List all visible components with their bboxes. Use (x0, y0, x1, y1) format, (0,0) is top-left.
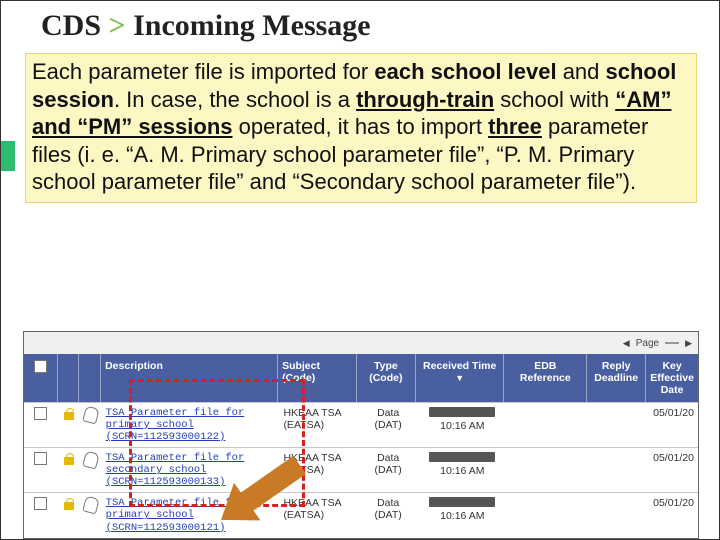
desc-line: secondary school (106, 464, 207, 476)
subj-line: HKEAA TSA (283, 407, 341, 419)
table-row: TSA Parameter file for secondary school … (24, 447, 698, 492)
received-cell: 10:16 AM (418, 448, 507, 492)
text: Each parameter file is imported for (32, 59, 374, 84)
text: and (557, 59, 606, 84)
page-title: CDS > Incoming Message (41, 9, 371, 43)
sort-desc-icon: ▼ (455, 373, 464, 383)
table-row: TSA Parameter file for primary school (S… (24, 402, 698, 447)
edb-cell (507, 448, 590, 492)
sort-left-icon[interactable]: ◀ (623, 339, 630, 348)
type-line: Data (377, 497, 399, 509)
row-checkbox[interactable] (34, 497, 47, 510)
subject-cell: HKEAA TSA (EATSA) (279, 493, 358, 537)
table-toolbar: ◀ Page ▶ (24, 332, 698, 354)
slide: CDS > Incoming Message Each parameter fi… (0, 0, 720, 540)
table-row: TSA Parameter file for primary school (S… (24, 492, 698, 537)
recv-time: 10:16 AM (440, 465, 484, 477)
desc-line: (SCRN=112593000133) (106, 476, 226, 488)
col-received[interactable]: Received Time▼ (416, 354, 505, 402)
checkbox-all[interactable] (34, 360, 47, 373)
lock-icon (62, 452, 76, 466)
page-label: Page (636, 338, 659, 349)
col-reply[interactable]: Reply Deadline (587, 354, 646, 402)
col-subject[interactable]: Subject (Code) (278, 354, 357, 402)
crumb-cds: CDS (41, 9, 101, 42)
type-line: Data (377, 407, 399, 419)
desc-line: TSA Parameter file for (106, 407, 245, 419)
subj-line: (EATSA) (283, 509, 324, 521)
desc-line: primary school (106, 509, 194, 521)
lock-icon (62, 407, 76, 421)
redacted-date (429, 452, 495, 462)
text: operated, it has to import (233, 114, 489, 139)
bold-each-school-level: each school level (374, 59, 556, 84)
desc-line: primary school (106, 419, 194, 431)
type-line: (DAT) (375, 509, 402, 521)
reply-cell (590, 448, 649, 492)
type-line: (DAT) (375, 464, 402, 476)
subject-cell: HKEAA TSA (EATSA) (279, 403, 358, 447)
reply-cell (590, 403, 649, 447)
type-cell: Data (DAT) (359, 493, 418, 537)
bold-through-train: through-train (356, 87, 494, 112)
row-checkbox[interactable] (34, 407, 47, 420)
eff-cell: 05/01/20 (649, 403, 698, 447)
recv-time: 10:16 AM (440, 510, 484, 522)
type-line: (DAT) (375, 419, 402, 431)
subj-line: HKEAA TSA (283, 497, 341, 509)
reply-cell (590, 493, 649, 537)
paperclip-icon (82, 405, 100, 424)
col-effective[interactable]: Key Effective Date (646, 354, 698, 402)
col-received-label: Received Time (423, 360, 496, 372)
received-cell: 10:16 AM (418, 403, 507, 447)
text: . In case, the school is a (114, 87, 356, 112)
redacted-date (429, 497, 495, 507)
col-edb[interactable]: EDB Reference (504, 354, 587, 402)
page-input[interactable] (665, 342, 679, 344)
description-link[interactable]: TSA Parameter file for primary school (S… (102, 403, 280, 447)
desc-line: TSA Parameter file for (106, 452, 245, 464)
lock-icon (62, 497, 76, 511)
type-line: Data (377, 452, 399, 464)
received-cell: 10:16 AM (418, 493, 507, 537)
col-description[interactable]: Description (101, 354, 278, 402)
eff-cell: 05/01/20 (649, 493, 698, 537)
redacted-date (429, 407, 495, 417)
edb-cell (507, 403, 590, 447)
recv-time: 10:16 AM (440, 420, 484, 432)
desc-line: (SCRN=112593000121) (106, 522, 226, 534)
col-attach (79, 354, 101, 402)
type-cell: Data (DAT) (359, 403, 418, 447)
edb-cell (507, 493, 590, 537)
subj-line: (EATSA) (283, 419, 324, 431)
table-header: Description Subject (Code) Type (Code) R… (24, 354, 698, 402)
info-callout: Each parameter file is imported for each… (25, 53, 697, 203)
desc-line: (SCRN=112593000122) (106, 431, 226, 443)
paperclip-icon (82, 496, 100, 515)
col-lock (58, 354, 80, 402)
accent-bar (1, 141, 15, 171)
col-type[interactable]: Type (Code) (357, 354, 416, 402)
col-checkbox (24, 354, 58, 402)
eff-cell: 05/01/20 (649, 448, 698, 492)
sort-right-icon[interactable]: ▶ (685, 339, 692, 348)
type-cell: Data (DAT) (359, 448, 418, 492)
text: school with (494, 87, 615, 112)
paperclip-icon (82, 451, 100, 470)
row-checkbox[interactable] (34, 452, 47, 465)
message-table: ◀ Page ▶ Description Subject (Code) Type… (23, 331, 699, 539)
bold-three: three (488, 114, 542, 139)
crumb-incoming: Incoming Message (133, 9, 370, 42)
chevron-right-icon: > (109, 9, 126, 42)
